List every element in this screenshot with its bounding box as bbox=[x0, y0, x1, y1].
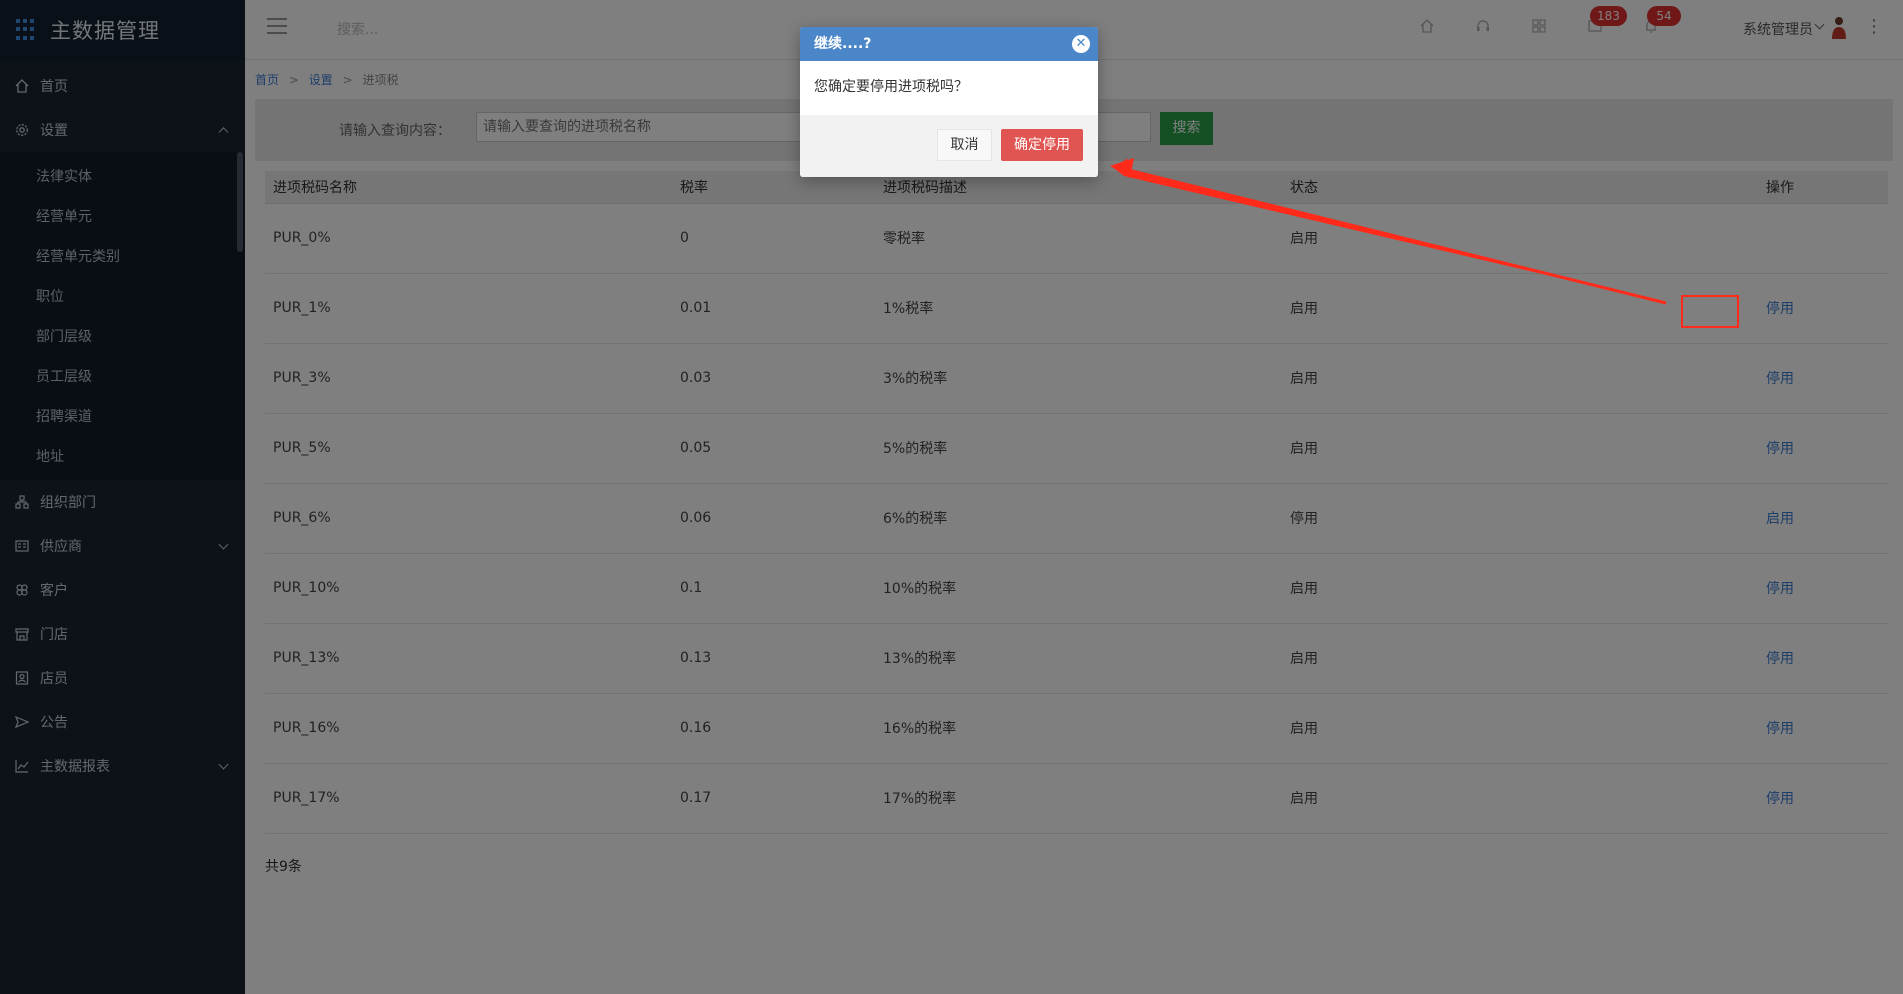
annotation-arrow bbox=[1110, 158, 1667, 305]
